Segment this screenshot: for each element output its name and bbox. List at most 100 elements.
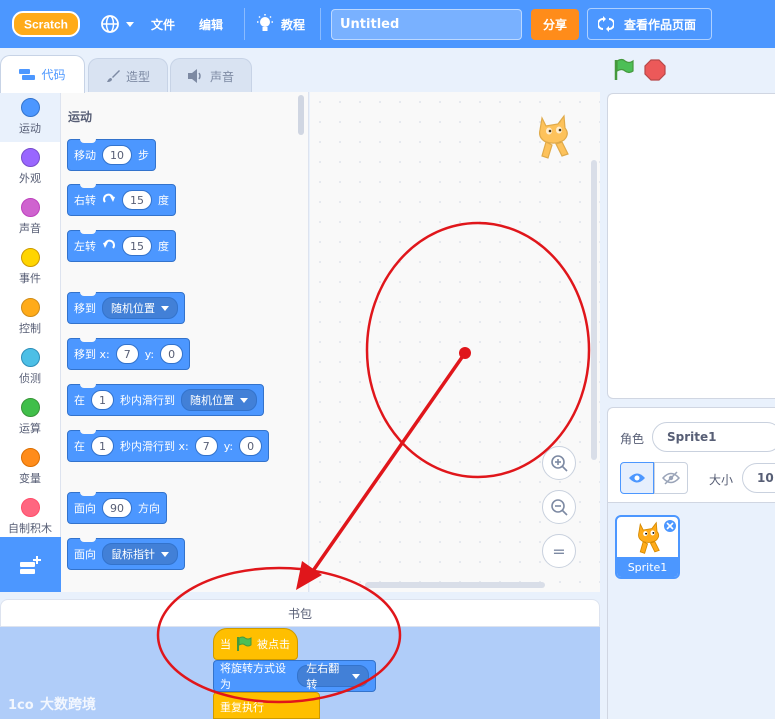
stage-canvas[interactable] — [607, 93, 775, 399]
rotation-style-dropdown[interactable]: 左右翻转 — [297, 662, 369, 691]
zoom-out-button[interactable] — [542, 490, 576, 524]
events-dot-icon — [20, 248, 40, 267]
backpack-header[interactable]: 书包 — [0, 599, 600, 627]
backpack-block-partial[interactable]: 重复执行 — [213, 692, 320, 719]
steps-input[interactable]: 10 — [102, 145, 132, 165]
size-input[interactable]: 10 — [742, 463, 775, 493]
scratch-logo[interactable]: Scratch — [12, 11, 80, 37]
remix-arrows-icon — [598, 16, 614, 32]
degrees-input[interactable]: 15 — [122, 190, 152, 210]
zoom-in-button[interactable] — [542, 446, 576, 480]
editor-tabs: 代码 造型 声音 — [0, 48, 600, 93]
category-sound[interactable]: 声音 — [0, 192, 60, 242]
delete-sprite-button[interactable] — [663, 519, 677, 533]
tab-costumes[interactable]: 造型 — [88, 58, 168, 93]
dropdown-value: 随机位置 — [190, 394, 234, 407]
backpack-block-when-flag-clicked[interactable]: 当 被点击 — [213, 628, 298, 660]
block-text: 移到 — [74, 302, 96, 315]
block-text: 重复执行 — [220, 701, 264, 714]
stop-icon[interactable] — [644, 59, 666, 81]
operators-dot-icon — [20, 398, 40, 417]
eye-slash-icon — [662, 471, 680, 485]
block-text: 方向 — [138, 502, 160, 515]
block-point-towards[interactable]: 面向 鼠标指针 — [67, 538, 185, 570]
sprite-name-input[interactable]: Sprite1 — [652, 422, 775, 452]
tab-sounds-label: 声音 — [209, 69, 234, 84]
share-button[interactable]: 分享 — [531, 9, 579, 40]
project-title-input[interactable] — [331, 9, 522, 40]
svg-text:1co: 1co — [8, 698, 34, 713]
block-turn-right[interactable]: 右转 15 度 — [67, 184, 176, 216]
tutorials-label: 教程 — [281, 17, 306, 32]
block-turn-left[interactable]: 左转 15 度 — [67, 230, 176, 262]
dropdown-value: 随机位置 — [111, 302, 155, 315]
brush-icon — [106, 70, 120, 82]
category-variables[interactable]: 变量 — [0, 442, 60, 492]
category-events[interactable]: 事件 — [0, 242, 60, 292]
degrees-input[interactable]: 15 — [122, 236, 152, 256]
category-my-blocks[interactable]: 自制积木 — [0, 492, 60, 542]
show-sprite-button[interactable] — [620, 462, 654, 494]
seconds-input[interactable]: 1 — [91, 390, 114, 410]
y-input[interactable]: 0 — [160, 344, 184, 364]
sensing-dot-icon — [20, 348, 40, 367]
language-menu[interactable] — [100, 0, 134, 48]
backpack-block-set-rotation-style[interactable]: 将旋转方式设为 左右翻转 — [213, 660, 376, 692]
workspace-horizontal-scrollbar[interactable] — [365, 582, 545, 588]
seconds-input[interactable]: 1 — [91, 436, 114, 456]
my-blocks-dot-icon — [20, 498, 40, 517]
block-text: 在 — [74, 440, 85, 453]
block-text: 左转 — [74, 240, 96, 253]
watermark-logo-icon: 1co — [8, 698, 34, 713]
block-glide-to[interactable]: 在 1 秒内滑行到 随机位置 — [67, 384, 264, 416]
block-go-to-xy[interactable]: 移到 x: 7 y: 0 — [67, 338, 191, 370]
category-label: 控制 — [19, 322, 41, 335]
tutorials-button[interactable]: 教程 — [256, 0, 305, 48]
sprite-thumbnail-cat-icon — [539, 114, 569, 159]
y-input[interactable]: 0 — [239, 436, 263, 456]
zoom-reset-button[interactable]: = — [542, 534, 576, 568]
hide-sprite-button[interactable] — [654, 462, 688, 494]
category-motion[interactable]: 运动 — [0, 92, 60, 142]
block-go-to[interactable]: 移到 随机位置 — [67, 292, 185, 324]
chevron-down-icon — [161, 305, 169, 311]
add-extension-button[interactable] — [0, 537, 61, 592]
chevron-down-icon — [161, 551, 169, 557]
block-text: 当 — [220, 638, 231, 651]
category-operators[interactable]: 运算 — [0, 392, 60, 442]
glide-target-dropdown[interactable]: 随机位置 — [181, 389, 257, 411]
x-input[interactable]: 7 — [115, 344, 139, 364]
green-flag-icon[interactable] — [612, 58, 636, 82]
tab-code[interactable]: 代码 — [0, 55, 85, 93]
tab-sounds[interactable]: 声音 — [170, 58, 252, 93]
see-project-page-label: 查看作品页面 — [624, 17, 697, 32]
see-project-page-button[interactable]: 查看作品页面 — [587, 8, 712, 40]
block-text: 将旋转方式设为 — [220, 662, 286, 691]
x-input[interactable]: 7 — [194, 436, 218, 456]
block-point-in-direction[interactable]: 面向 90 方向 — [67, 492, 167, 524]
cat-sprite-icon — [638, 521, 660, 554]
direction-input[interactable]: 90 — [102, 498, 132, 518]
file-menu[interactable]: 文件 — [151, 0, 175, 48]
category-looks[interactable]: 外观 — [0, 142, 60, 192]
edit-menu[interactable]: 编辑 — [199, 0, 223, 48]
block-text: 移动 — [74, 149, 96, 162]
category-sensing[interactable]: 侦测 — [0, 342, 60, 392]
motion-dot-icon — [20, 98, 40, 117]
chevron-down-icon — [240, 397, 248, 403]
towards-target-dropdown[interactable]: 鼠标指针 — [102, 543, 178, 565]
workspace-vertical-scrollbar[interactable] — [591, 160, 597, 460]
category-control[interactable]: 控制 — [0, 292, 60, 342]
category-label: 外观 — [19, 172, 41, 185]
palette-scrollbar[interactable] — [298, 95, 304, 135]
block-glide-to-xy[interactable]: 在 1 秒内滑行到 x: 7 y: 0 — [67, 430, 270, 462]
watermark-text: 大数跨境 — [40, 697, 96, 713]
add-extension-icon — [19, 555, 41, 574]
green-flag-icon — [237, 636, 252, 651]
block-move-steps[interactable]: 移动 10 步 — [67, 139, 156, 171]
speaker-icon — [187, 69, 201, 83]
goto-target-dropdown[interactable]: 随机位置 — [102, 297, 178, 319]
dropdown-value: 左右翻转 — [306, 662, 340, 691]
block-text: 度 — [158, 240, 169, 253]
block-text: y: — [223, 439, 234, 453]
